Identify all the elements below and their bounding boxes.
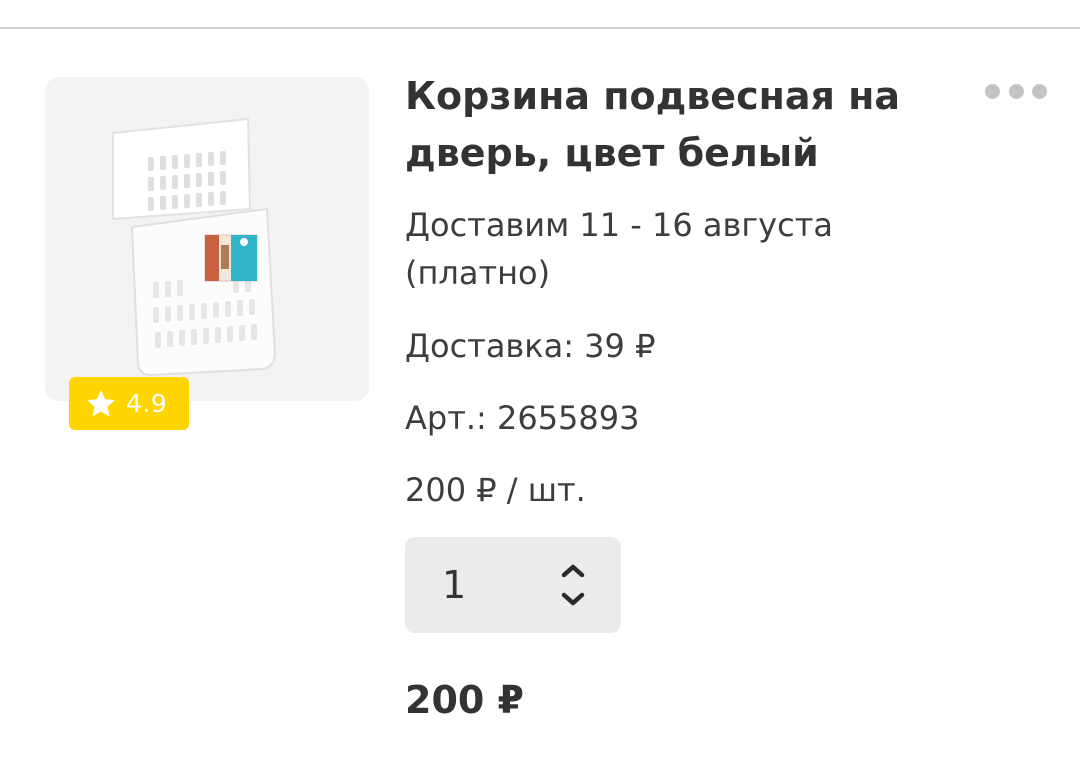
quantity-value[interactable]: 1 xyxy=(442,537,466,633)
unit-price: 200 ₽ / шт. xyxy=(405,471,586,509)
rating-value: 4.9 xyxy=(126,389,168,418)
star-icon xyxy=(87,389,115,416)
dot xyxy=(1008,83,1024,99)
total-price: 200 ₽ xyxy=(405,678,524,722)
delivery-cost: Доставка: 39 ₽ xyxy=(405,327,656,365)
dot xyxy=(985,83,1000,99)
dot xyxy=(1032,83,1047,99)
product-title[interactable]: Корзина подвесная на дверь, цвет белый xyxy=(405,68,965,182)
up-down-chevron-icon[interactable] xyxy=(560,563,586,607)
top-divider xyxy=(0,27,1080,29)
more-dots-icon[interactable] xyxy=(985,80,1047,102)
delivery-date: Доставим 11 - 16 августа (платно) xyxy=(405,206,833,292)
quantity-stepper[interactable]: 1 xyxy=(405,537,621,633)
product-image[interactable] xyxy=(45,77,369,401)
rating-badge: 4.9 xyxy=(69,377,189,430)
sku: Арт.: 2655893 xyxy=(405,399,640,437)
hanging-basket-image xyxy=(112,117,277,377)
